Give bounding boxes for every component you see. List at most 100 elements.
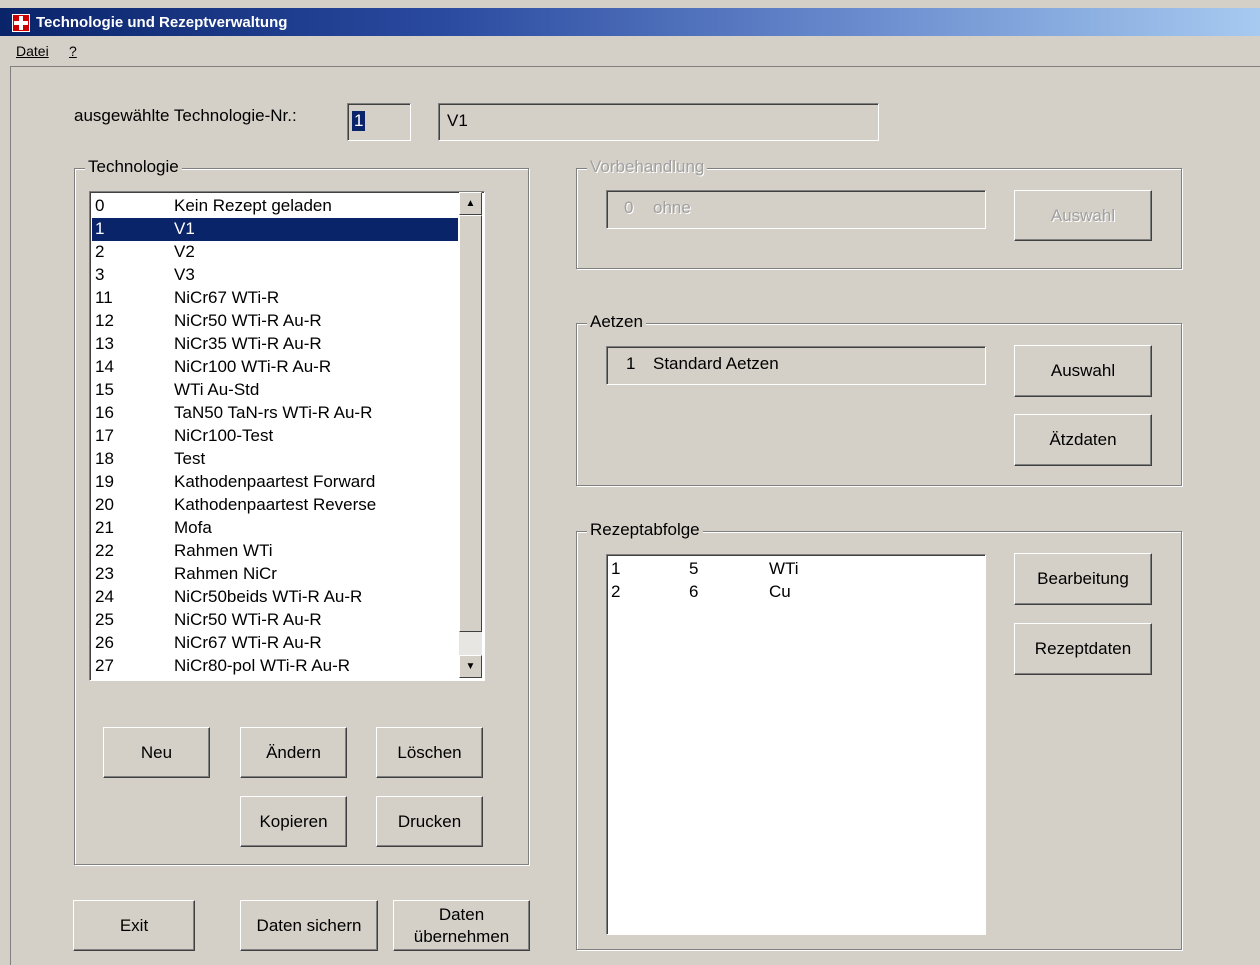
menu-bar: Datei ?	[0, 36, 1260, 64]
aetzen-nr: 1	[626, 354, 636, 373]
daten-uebernehmen-line2: übernehmen	[413, 926, 510, 946]
list-item-nr: 17	[95, 426, 114, 445]
list-item[interactable]: 27 NiCr80-pol WTi-R Au-R	[92, 655, 458, 678]
list-item[interactable]: 19 Kathodenpaartest Forward	[92, 471, 458, 494]
list-item-name: NiCr50 WTi-R Au-R	[174, 311, 322, 330]
vorbehandlung-field: 0 ohne	[606, 190, 986, 229]
technologie-group-title: Technologie	[85, 157, 182, 177]
rezept-cell-pos: 1	[611, 559, 621, 578]
rezept-cell-rezept: 6	[689, 582, 699, 601]
aetzen-auswahl-button[interactable]: Auswahl	[1014, 345, 1152, 397]
list-item-name: Mofa	[174, 518, 212, 537]
list-item-nr: 21	[95, 518, 114, 537]
bearbeitung-button[interactable]: Bearbeitung	[1014, 553, 1152, 605]
list-item[interactable]: 26 NiCr67 WTi-R Au-R	[92, 632, 458, 655]
selected-tech-name-field: V1	[438, 103, 879, 141]
list-item-name: NiCr50beids WTi-R Au-R	[174, 587, 363, 606]
drucken-button[interactable]: Drucken	[376, 796, 483, 847]
list-item-nr: 2	[95, 242, 105, 261]
list-item[interactable]: 0 Kein Rezept geladen	[92, 195, 458, 218]
list-item-nr: 19	[95, 472, 114, 491]
selected-tech-number-field: 1	[347, 103, 411, 141]
list-item[interactable]: 13 NiCr35 WTi-R Au-R	[92, 333, 458, 356]
rezept-cell-pos: 2	[611, 582, 621, 601]
list-item-nr: 16	[95, 403, 114, 422]
menu-datei[interactable]: Datei	[16, 43, 49, 59]
list-item[interactable]: 3 V3	[92, 264, 458, 287]
vorbehandlung-group-title: Vorbehandlung	[587, 157, 708, 177]
list-item[interactable]: 23 Rahmen NiCr	[92, 563, 458, 586]
app-icon	[12, 14, 30, 32]
list-item[interactable]: 21 Mofa	[92, 517, 458, 540]
menu-help[interactable]: ?	[69, 43, 77, 59]
vorbehandlung-nr: 0	[624, 198, 634, 217]
list-item-name: NiCr50 WTi-R Au-R	[174, 610, 322, 629]
list-item[interactable]: 2 V2	[92, 241, 458, 264]
list-item[interactable]: 14 NiCr100 WTi-R Au-R	[92, 356, 458, 379]
list-item-name: Test	[174, 449, 206, 468]
list-item[interactable]: 1 V1	[92, 218, 458, 241]
list-item[interactable]: 16 TaN50 TaN-rs WTi-R Au-R	[92, 402, 458, 425]
list-item[interactable]: 17 NiCr100-Test	[92, 425, 458, 448]
scroll-thumb[interactable]	[459, 215, 482, 632]
table-row[interactable]: 2 6 Cu	[609, 581, 979, 604]
list-item-nr: 27	[95, 656, 114, 675]
list-item-nr: 3	[95, 265, 105, 284]
list-item-name: NiCr35 WTi-R Au-R	[174, 334, 322, 353]
list-item[interactable]: 15 WTi Au-Std	[92, 379, 458, 402]
list-item-name: V3	[174, 265, 195, 284]
technologie-rows: 0 Kein Rezept geladen 1 V1 2 V2 3 V3 11 NiCr67 WT…	[92, 195, 458, 679]
daten-sichern-button[interactable]: Daten sichern	[240, 900, 378, 951]
vorbehandlung-auswahl-button[interactable]: Auswahl	[1014, 190, 1152, 241]
rezeptabfolge-list[interactable]: 1 5 WTi 2 6 Cu	[606, 554, 986, 935]
list-item-nr: 12	[95, 311, 114, 330]
list-item-name: NiCr67 WTi-R Au-R	[174, 633, 322, 652]
list-item-nr: 15	[95, 380, 114, 399]
list-item-nr: 1	[95, 219, 105, 238]
list-item-name: NiCr80-pol WTi-R Au-R	[174, 656, 351, 675]
list-item-name: Rahmen NiCr	[174, 564, 277, 583]
list-item-name: V1	[174, 219, 195, 238]
list-item-nr: 25	[95, 610, 114, 629]
exit-button[interactable]: Exit	[73, 900, 195, 951]
vorbehandlung-value: ohne	[653, 198, 691, 217]
list-item-name: Kathodenpaartest Reverse	[174, 495, 377, 514]
aetzen-value: Standard Aetzen	[653, 354, 779, 373]
rezept-cell-rezept: 5	[689, 559, 699, 578]
list-item[interactable]: 11 NiCr67 WTi-R	[92, 287, 458, 310]
list-item-name: V2	[174, 242, 195, 261]
loeschen-button[interactable]: Löschen	[376, 727, 483, 778]
list-item-name: NiCr67 WTi-R	[174, 288, 280, 307]
list-item-nr: 0	[95, 196, 105, 215]
list-item-nr: 26	[95, 633, 114, 652]
daten-uebernehmen-line1: Daten	[438, 904, 485, 924]
table-row[interactable]: 1 5 WTi	[609, 558, 979, 581]
rezept-cell-name: Cu	[769, 582, 791, 601]
aetzdaten-button[interactable]: Ätzdaten	[1014, 414, 1152, 466]
daten-uebernehmen-button[interactable]: Daten übernehmen	[393, 900, 530, 951]
window-title: Technologie und Rezeptverwaltung	[36, 14, 288, 31]
list-item-nr: 23	[95, 564, 114, 583]
list-item[interactable]: 12 NiCr50 WTi-R Au-R	[92, 310, 458, 333]
list-item-name: Kathodenpaartest Forward	[174, 472, 376, 491]
technologie-scrollbar[interactable]: ▲ ▼	[459, 192, 482, 678]
list-item-name: Rahmen WTi	[174, 541, 273, 560]
scroll-down-arrow-icon[interactable]: ▼	[459, 655, 482, 678]
kopieren-button[interactable]: Kopieren	[240, 796, 347, 847]
list-item[interactable]: 22 Rahmen WTi	[92, 540, 458, 563]
rezeptdaten-button[interactable]: Rezeptdaten	[1014, 623, 1152, 675]
list-item[interactable]: 25 NiCr50 WTi-R Au-R	[92, 609, 458, 632]
list-item-nr: 14	[95, 357, 114, 376]
neu-button[interactable]: Neu	[103, 727, 210, 778]
list-item-nr: 13	[95, 334, 114, 353]
list-item-nr: 20	[95, 495, 114, 514]
list-item-name: NiCr100-Test	[174, 426, 274, 445]
list-item[interactable]: 24 NiCr50beids WTi-R Au-R	[92, 586, 458, 609]
list-item[interactable]: 18 Test	[92, 448, 458, 471]
list-item[interactable]: 20 Kathodenpaartest Reverse	[92, 494, 458, 517]
title-bar[interactable]: Technologie und Rezeptverwaltung	[0, 8, 1260, 36]
technologie-list[interactable]: 0 Kein Rezept geladen 1 V1 2 V2 3 V3 11 NiCr67 WT…	[89, 191, 485, 681]
aendern-button[interactable]: Ändern	[240, 727, 347, 778]
list-item-nr: 22	[95, 541, 114, 560]
scroll-up-arrow-icon[interactable]: ▲	[459, 192, 482, 215]
